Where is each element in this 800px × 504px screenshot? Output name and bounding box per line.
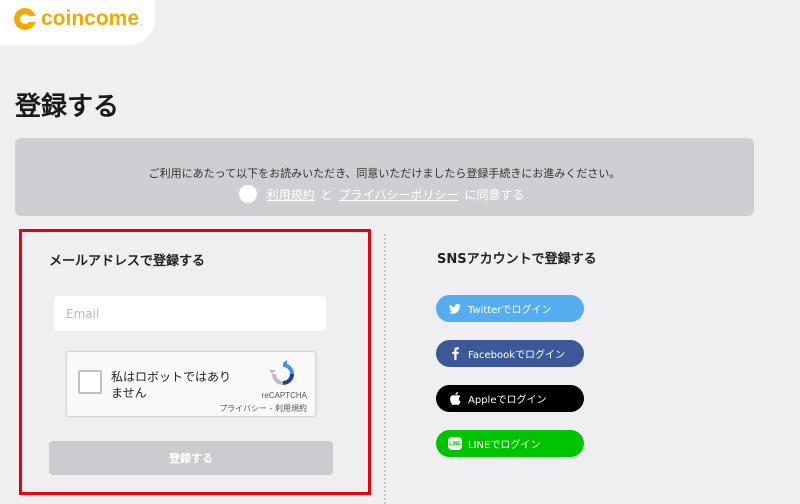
email-section-title: メールアドレスで登録する (49, 254, 206, 269)
recaptcha-logo-icon (269, 360, 294, 385)
twitter-login-button[interactable]: Twitterでログイン (436, 295, 584, 322)
line-login-button[interactable]: LINE LINEでログイン (436, 430, 584, 457)
logo-suffix: . (140, 18, 143, 28)
recaptcha-checkbox[interactable] (78, 370, 102, 394)
line-badge-text: LINE (448, 437, 462, 450)
recaptcha-brand: reCAPTCHA (261, 391, 307, 400)
sns-section-title: SNSアカウントで登録する (437, 252, 597, 267)
recaptcha-label: 私はロボットではありません (111, 370, 232, 400)
consent-box: ご利用にあたって以下をお読みいただき、同意いただけましたら登録手続きにお進みくだ… (15, 138, 754, 216)
consent-agree-text: に同意する (464, 187, 525, 202)
logo-text: coincome (41, 7, 140, 30)
consent-agree-row: 利用規約 と プライバシーポリシー に同意する (15, 185, 754, 203)
facebook-login-button[interactable]: Facebookでログイン (436, 340, 584, 367)
terms-link[interactable]: 利用規約 (267, 186, 315, 203)
register-button[interactable]: 登録する (49, 441, 333, 475)
facebook-login-label: Facebookでログイン (468, 350, 565, 361)
apple-icon (448, 392, 462, 406)
header-logo-area: coincome . (0, 0, 155, 45)
email-registration-section: メールアドレスで登録する 私はロボットではありません reCAPTCHA プライ… (19, 229, 371, 495)
apple-login-label: Appleでログイン (468, 395, 547, 406)
twitter-login-label: Twitterでログイン (468, 305, 552, 316)
recaptcha-widget: 私はロボットではありません reCAPTCHA プライバシー - 利用規約 (66, 351, 316, 417)
recaptcha-privacy-terms-links[interactable]: プライバシー - 利用規約 (219, 403, 307, 414)
agree-radio[interactable] (238, 185, 257, 203)
consent-message: ご利用にあたって以下をお読みいただき、同意いただけましたら登録手続きにお進みくだ… (148, 167, 621, 180)
consent-and-text: と (320, 187, 333, 202)
section-divider (384, 234, 386, 504)
apple-login-button[interactable]: Appleでログイン (436, 385, 584, 412)
coin-logo-icon (14, 8, 37, 30)
page-title: 登録する (15, 92, 120, 122)
facebook-icon (448, 347, 462, 361)
line-icon: LINE (448, 437, 462, 451)
line-login-label: LINEでログイン (468, 440, 541, 451)
privacy-policy-link[interactable]: プライバシーポリシー (339, 186, 459, 203)
coincome-logo[interactable]: coincome . (14, 7, 143, 31)
twitter-icon (448, 302, 462, 316)
email-input[interactable] (54, 296, 326, 331)
